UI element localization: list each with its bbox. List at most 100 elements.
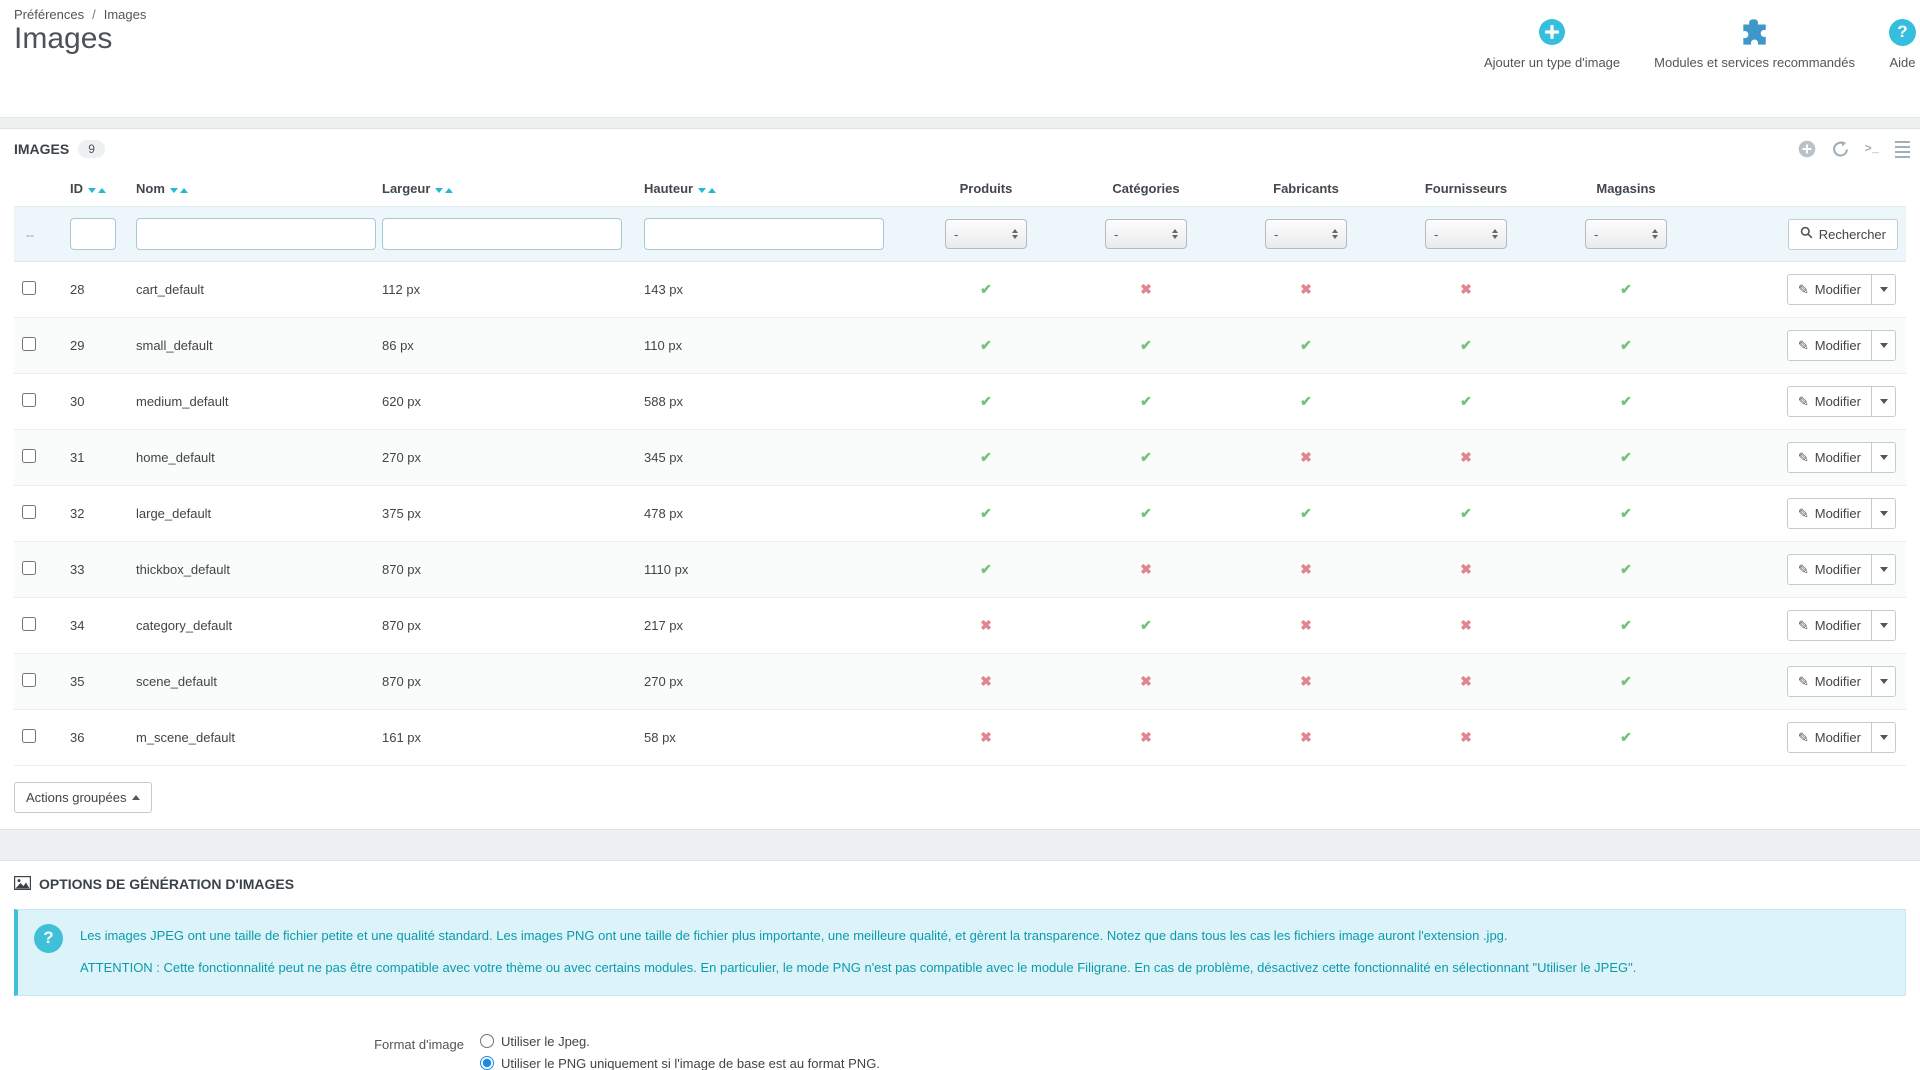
modify-dropdown-toggle[interactable] (1871, 443, 1895, 472)
pencil-icon: ✎ (1798, 338, 1809, 354)
row-checkbox[interactable] (22, 561, 36, 575)
info-paragraph: Les images JPEG ont une taille de fichie… (80, 927, 1883, 946)
terminal-icon[interactable]: >_ (1865, 142, 1879, 156)
add-image-type-button[interactable]: Ajouter un type d'image (1484, 14, 1620, 70)
row-id: 33 (62, 542, 128, 598)
modify-button[interactable]: ✎Modifier (1787, 330, 1896, 361)
modify-button[interactable]: ✎Modifier (1787, 722, 1896, 753)
row-checkbox[interactable] (22, 337, 36, 351)
row-width: 870 px (374, 598, 636, 654)
format-radio-png-if-base[interactable] (480, 1056, 494, 1070)
cross-icon: ✖ (1460, 729, 1472, 745)
caret-down-icon (1880, 399, 1888, 404)
filter-height-input[interactable] (644, 218, 884, 250)
modify-button[interactable]: ✎Modifier (1787, 610, 1896, 641)
caret-down-icon (1880, 567, 1888, 572)
filter-select-categories[interactable]: - (1105, 219, 1187, 249)
modify-dropdown-toggle[interactable] (1871, 275, 1895, 304)
bulk-actions-button[interactable]: Actions groupées (14, 782, 152, 813)
row-id: 29 (62, 318, 128, 374)
breadcrumb-section[interactable]: Préférences (14, 7, 84, 22)
flag-cell: ✖ (1226, 262, 1386, 318)
modify-dropdown-toggle[interactable] (1871, 499, 1895, 528)
format-radio-jpeg[interactable] (480, 1034, 494, 1048)
sort-icons[interactable] (170, 188, 188, 193)
modify-dropdown-toggle[interactable] (1871, 723, 1895, 752)
row-checkbox[interactable] (22, 393, 36, 407)
row-checkbox[interactable] (22, 673, 36, 687)
column-header-width[interactable]: Largeur (374, 169, 636, 207)
modify-button[interactable]: ✎Modifier (1787, 554, 1896, 585)
column-header-categories: Catégories (1066, 169, 1226, 207)
modify-dropdown-toggle[interactable] (1871, 555, 1895, 584)
filter-select-products[interactable]: - (945, 219, 1027, 249)
filter-select-stores[interactable]: - (1585, 219, 1667, 249)
modify-label: Modifier (1815, 506, 1861, 521)
modify-dropdown-toggle[interactable] (1871, 611, 1895, 640)
flag-cell: ✖ (1386, 430, 1546, 486)
table-row: 31 home_default 270 px 345 px ✔ ✔ ✖ ✖ ✔ … (14, 430, 1906, 486)
row-checkbox[interactable] (22, 449, 36, 463)
check-icon: ✔ (980, 393, 992, 409)
options-panel-title: OPTIONS DE GÉNÉRATION D'IMAGES (39, 876, 294, 892)
help-button[interactable]: ? Aide (1889, 14, 1916, 70)
row-checkbox[interactable] (22, 617, 36, 631)
modify-dropdown-toggle[interactable] (1871, 667, 1895, 696)
column-header-id[interactable]: ID (62, 169, 128, 207)
modules-services-button[interactable]: Modules et services recommandés (1654, 14, 1855, 70)
format-option-png-if-base[interactable]: Utiliser le PNG uniquement si l'image de… (480, 1056, 880, 1070)
modify-button[interactable]: ✎Modifier (1787, 442, 1896, 473)
modify-button[interactable]: ✎Modifier (1787, 666, 1896, 697)
modify-button[interactable]: ✎Modifier (1787, 386, 1896, 417)
caret-down-icon (1880, 455, 1888, 460)
caret-down-icon (1880, 623, 1888, 628)
filter-name-input[interactable] (136, 218, 376, 250)
export-list-icon[interactable] (1895, 141, 1910, 158)
modify-dropdown-toggle[interactable] (1871, 387, 1895, 416)
modify-button[interactable]: ✎Modifier (1787, 274, 1896, 305)
cross-icon: ✖ (1140, 673, 1152, 689)
row-name: scene_default (128, 654, 374, 710)
modify-button[interactable]: ✎Modifier (1787, 498, 1896, 529)
cross-icon: ✖ (1140, 729, 1152, 745)
column-header-height[interactable]: Hauteur (636, 169, 906, 207)
filter-select-suppliers[interactable]: - (1425, 219, 1507, 249)
refresh-icon[interactable] (1832, 141, 1849, 158)
sort-icons[interactable] (698, 188, 716, 193)
table-row: 34 category_default 870 px 217 px ✖ ✔ ✖ … (14, 598, 1906, 654)
flag-cell: ✔ (906, 486, 1066, 542)
sort-icons[interactable] (88, 188, 106, 193)
check-icon: ✔ (1620, 561, 1632, 577)
flag-cell: ✖ (1386, 654, 1546, 710)
row-width: 161 px (374, 710, 636, 766)
filter-id-input[interactable] (70, 218, 116, 250)
sort-icons[interactable] (435, 188, 453, 193)
format-option-jpeg[interactable]: Utiliser le Jpeg. (480, 1034, 880, 1049)
flag-cell: ✔ (906, 318, 1066, 374)
modify-label: Modifier (1815, 562, 1861, 577)
flag-cell: ✔ (1066, 318, 1226, 374)
column-header-manufacturers: Fabricants (1226, 169, 1386, 207)
modify-dropdown-toggle[interactable] (1871, 331, 1895, 360)
check-icon: ✔ (980, 561, 992, 577)
column-header-name[interactable]: Nom (128, 169, 374, 207)
flag-cell: ✔ (1546, 430, 1706, 486)
row-checkbox[interactable] (22, 281, 36, 295)
filter-select-manufacturers[interactable]: - (1265, 219, 1347, 249)
puzzle-icon (1740, 14, 1770, 50)
search-button[interactable]: Rechercher (1788, 219, 1898, 250)
add-circle-icon (1538, 14, 1566, 50)
filter-width-input[interactable] (382, 218, 622, 250)
cross-icon: ✖ (1460, 281, 1472, 297)
flag-cell: ✔ (906, 374, 1066, 430)
panel-add-icon[interactable] (1798, 140, 1816, 158)
row-checkbox[interactable] (22, 729, 36, 743)
flag-cell: ✔ (1546, 486, 1706, 542)
row-checkbox[interactable] (22, 505, 36, 519)
flag-cell: ✔ (1066, 486, 1226, 542)
flag-cell: ✖ (1066, 262, 1226, 318)
check-icon: ✔ (980, 505, 992, 521)
row-id: 31 (62, 430, 128, 486)
pencil-icon: ✎ (1798, 394, 1809, 410)
options-form: Format d'image Utiliser le Jpeg. Utilise… (0, 1034, 1920, 1070)
